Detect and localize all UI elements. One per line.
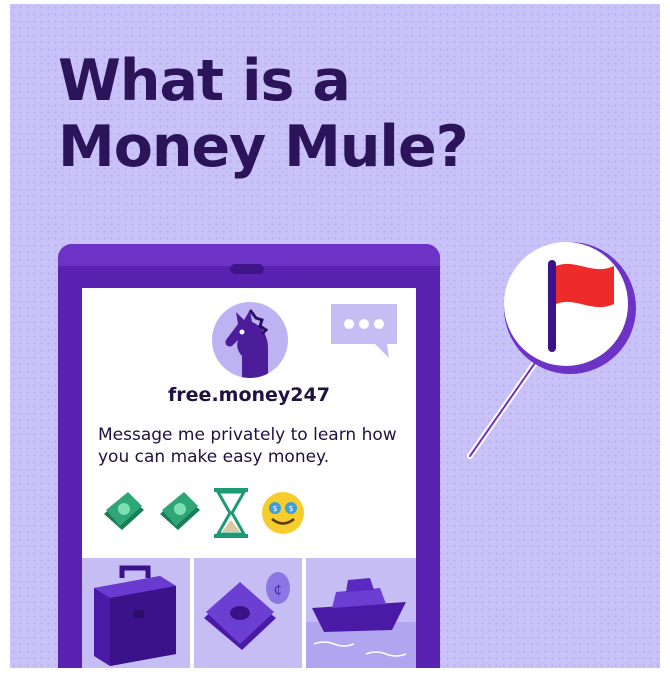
svg-text:$: $ xyxy=(272,504,277,513)
cash-icon xyxy=(104,492,144,530)
phone: free.money247 Message me privately to le… xyxy=(58,244,440,668)
svg-text:$: $ xyxy=(288,504,293,513)
red-flag-icon xyxy=(467,242,636,459)
cash-coin-icon: ¢ xyxy=(204,572,290,650)
phone-camera xyxy=(230,264,264,274)
hourglass-icon xyxy=(214,488,248,538)
username: free.money247 xyxy=(168,384,330,406)
grid-tile-yacht xyxy=(306,558,416,668)
phone-rim xyxy=(58,244,440,266)
briefcase-icon xyxy=(94,565,176,666)
yacht-icon xyxy=(306,578,416,668)
infographic: What is a Money Mule? free.money247 Mess… xyxy=(10,4,660,668)
cash-icon xyxy=(160,492,200,530)
headline: What is a Money Mule? xyxy=(58,48,469,180)
grid-tile-cash: ¢ xyxy=(194,558,302,668)
headline-line-1: What is a xyxy=(58,48,351,114)
image-grid: ¢ xyxy=(82,558,416,668)
grid-tile-briefcase xyxy=(82,558,190,668)
horse-icon xyxy=(212,302,288,378)
headline-line-2: Money Mule? xyxy=(58,114,469,180)
post-message: Message me privately to learn how you ca… xyxy=(98,425,397,467)
svg-text:¢: ¢ xyxy=(274,582,283,598)
phone-screen: free.money247 Message me privately to le… xyxy=(82,288,416,668)
emoji-row: $ $ xyxy=(100,484,320,544)
chat-bubble-icon xyxy=(331,304,397,358)
money-eyes-smiley-icon: $ $ xyxy=(262,492,304,534)
